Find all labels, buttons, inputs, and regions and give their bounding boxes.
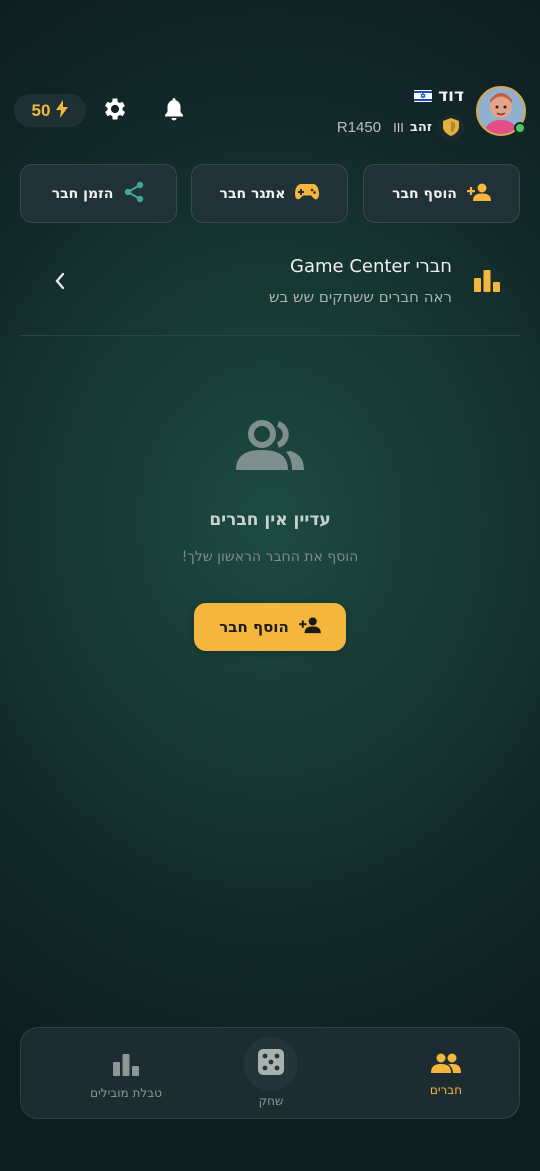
rank-tier: III <box>393 119 404 135</box>
top-bar: 50 דוד זהב III R1450 <box>0 84 540 142</box>
bar-chart-icon <box>474 268 500 296</box>
person-add-icon <box>298 616 321 638</box>
gamepad-icon <box>295 183 320 205</box>
invite-friend-button[interactable]: הזמן חבר <box>20 164 177 223</box>
divider <box>20 335 520 336</box>
online-status-dot <box>514 122 526 134</box>
friend-actions: הוסף חבר אתגר חבר הזמן חבר <box>20 164 520 223</box>
shield-badge-icon <box>438 114 464 140</box>
username: דוד <box>438 86 464 106</box>
settings-button[interactable] <box>98 94 132 128</box>
nav-play[interactable]: שחק <box>236 1028 306 1120</box>
rank-name: זהב <box>409 119 432 135</box>
nav-play-label: שחק <box>258 1094 284 1108</box>
add-first-friend-button[interactable]: הוסף חבר <box>194 603 346 651</box>
gear-icon <box>101 95 129 127</box>
add-friend-label: הוסף חבר <box>392 185 457 202</box>
person-add-icon <box>466 182 491 206</box>
game-center-subtitle: ראה חברים ששחקים שש בש <box>268 288 452 306</box>
rating: R1450 <box>336 118 382 136</box>
bell-icon <box>162 96 186 126</box>
dice-icon <box>257 1048 285 1080</box>
dice-button[interactable] <box>244 1037 298 1091</box>
empty-state-title: עדיין אין חברים <box>209 510 331 530</box>
chevron-left-icon <box>54 272 66 294</box>
share-icon <box>123 181 145 207</box>
game-center-title: חברי Game Center <box>290 256 452 277</box>
challenge-friend-label: אתגר חבר <box>219 185 286 202</box>
challenge-friend-button[interactable]: אתגר חבר <box>191 164 348 223</box>
add-first-friend-label: הוסף חבר <box>219 618 289 636</box>
username-row: דוד <box>414 86 464 106</box>
invite-friend-label: הזמן חבר <box>51 185 114 202</box>
profile-block[interactable]: דוד זהב III R1450 <box>306 84 526 142</box>
bottom-nav: טבלת מובילים שחק חברים <box>20 1027 520 1119</box>
nav-friends[interactable]: חברים <box>401 1028 491 1120</box>
nav-friends-label: חברים <box>429 1083 463 1097</box>
nav-leaderboard[interactable]: טבלת מובילים <box>61 1028 191 1120</box>
israel-flag-icon <box>414 90 433 102</box>
people-icon <box>232 420 308 476</box>
leaderboard-icon <box>113 1052 139 1080</box>
energy-value: 50 <box>31 100 51 120</box>
add-friend-button[interactable]: הוסף חבר <box>363 164 520 223</box>
friends-icon <box>431 1053 461 1077</box>
lightning-icon <box>56 99 69 122</box>
empty-state-subtitle: הוסף את החבר הראשון שלך! <box>181 549 359 565</box>
energy-counter[interactable]: 50 <box>14 94 86 127</box>
notifications-button[interactable] <box>157 94 191 128</box>
game-center-row[interactable]: חברי Game Center ראה חברים ששחקים שש בש <box>20 250 520 320</box>
nav-leaderboard-label: טבלת מובילים <box>90 1086 162 1100</box>
rank-row: זהב III R1450 <box>337 114 464 140</box>
